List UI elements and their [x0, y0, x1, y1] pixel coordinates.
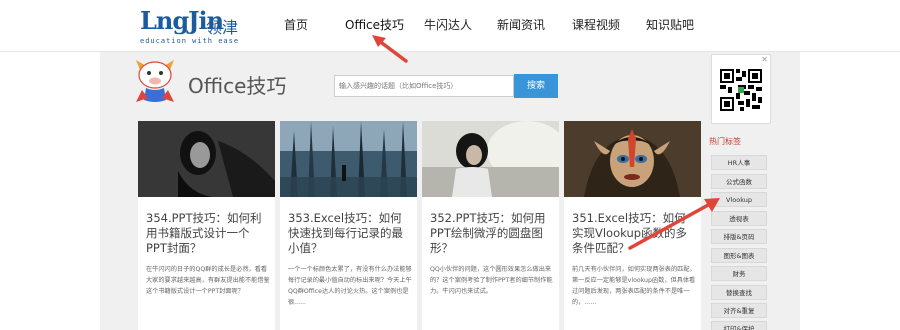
article-summary: QQ小伙伴的问题，这个圆形效果怎么做出来的？这个案例考验了制作PPT者的细节制作… [430, 266, 553, 295]
logo-chinese: 领津 [206, 18, 239, 37]
page: LngJin 领津 education with ease 首页 Office技… [0, 0, 900, 330]
article-card[interactable]: 351.Excel技巧：如何实现Vlookup函数的多条件匹配？ 前几天有小伙伴… [564, 121, 701, 330]
tag-print-protect[interactable]: 打印&保护 [711, 321, 767, 330]
article-thumbnail[interactable] [138, 121, 275, 197]
article-summary: 在牛闪闪的日子的QQ群的成长是必然，看看大家的要求越来越高，有群友提出能不能借鉴… [146, 266, 270, 295]
article-summary: 前几天有小伙伴问，如何实现两张表的匹配，第一反应一定能够是vlookup函数，但… [572, 266, 696, 306]
nav-niushan-master[interactable]: 牛闪达人 [424, 16, 472, 33]
close-icon[interactable]: ✕ [761, 56, 768, 64]
tag-finance[interactable]: 财务 [711, 266, 767, 281]
nav-news[interactable]: 新闻资讯 [497, 16, 545, 33]
section-title: Office技巧 [188, 74, 287, 98]
article-card[interactable]: 352.PPT技巧：如何用PPT绘制微浮的圆盘图形？ QQ小伙伴的问题，这个圆形… [422, 121, 559, 330]
tag-vlookup[interactable]: Vlookup [711, 192, 767, 207]
article-summary: 一个一个标颜色太累了，有没有什么办法能够每行记录的最小值自动的标出来呢？今天上午… [288, 266, 412, 306]
tag-find-replace[interactable]: 替换查找 [711, 285, 767, 300]
nav-home[interactable]: 首页 [284, 16, 308, 33]
mascot-icon [136, 60, 174, 102]
nav-office-tips[interactable]: Office技巧 [345, 16, 404, 33]
article-title[interactable]: 354.PPT技巧：如何利用书籍版式设计一个PPT封面？ [146, 211, 270, 256]
article-title[interactable]: 352.PPT技巧：如何用PPT绘制微浮的圆盘图形？ [430, 211, 554, 256]
qr-code-panel: ✕ [711, 54, 771, 124]
article-thumbnail[interactable] [280, 121, 417, 197]
nav-course-video[interactable]: 课程视频 [572, 16, 620, 33]
search-button[interactable]: 搜索 [514, 74, 558, 98]
article-thumbnail[interactable] [564, 121, 701, 197]
tag-align-duplicate[interactable]: 对齐&重复 [711, 303, 767, 318]
article-card[interactable]: 353.Excel技巧：如何快速找到每行记录的最小值？ 一个一个标颜色太累了，有… [280, 121, 417, 330]
article-card[interactable]: 354.PPT技巧：如何利用书籍版式设计一个PPT封面？ 在牛闪闪的日子的QQ群… [138, 121, 275, 330]
site-header: LngJin 领津 education with ease 首页 Office技… [0, 0, 900, 52]
article-title[interactable]: 353.Excel技巧：如何快速找到每行记录的最小值？ [288, 211, 412, 256]
hot-tags-label: 热门标签 [709, 137, 741, 146]
logo-tagline: education with ease [140, 37, 240, 45]
tag-shapes-charts[interactable]: 图形&图表 [711, 248, 767, 263]
article-thumbnail[interactable] [422, 121, 559, 197]
tag-layout-page-numbers[interactable]: 排版&页码 [711, 229, 767, 244]
nav-forum[interactable]: 知识贴吧 [646, 16, 694, 33]
search-input[interactable] [334, 75, 514, 97]
tag-hr[interactable]: HR人事 [711, 155, 767, 170]
tag-pivot-table[interactable]: 透视表 [711, 211, 767, 226]
qr-code-icon [720, 69, 762, 111]
article-title[interactable]: 351.Excel技巧：如何实现Vlookup函数的多条件匹配？ [572, 211, 696, 256]
site-logo[interactable]: LngJin 领津 education with ease [140, 6, 240, 46]
tag-formula-functions[interactable]: 公式函数 [711, 174, 767, 189]
